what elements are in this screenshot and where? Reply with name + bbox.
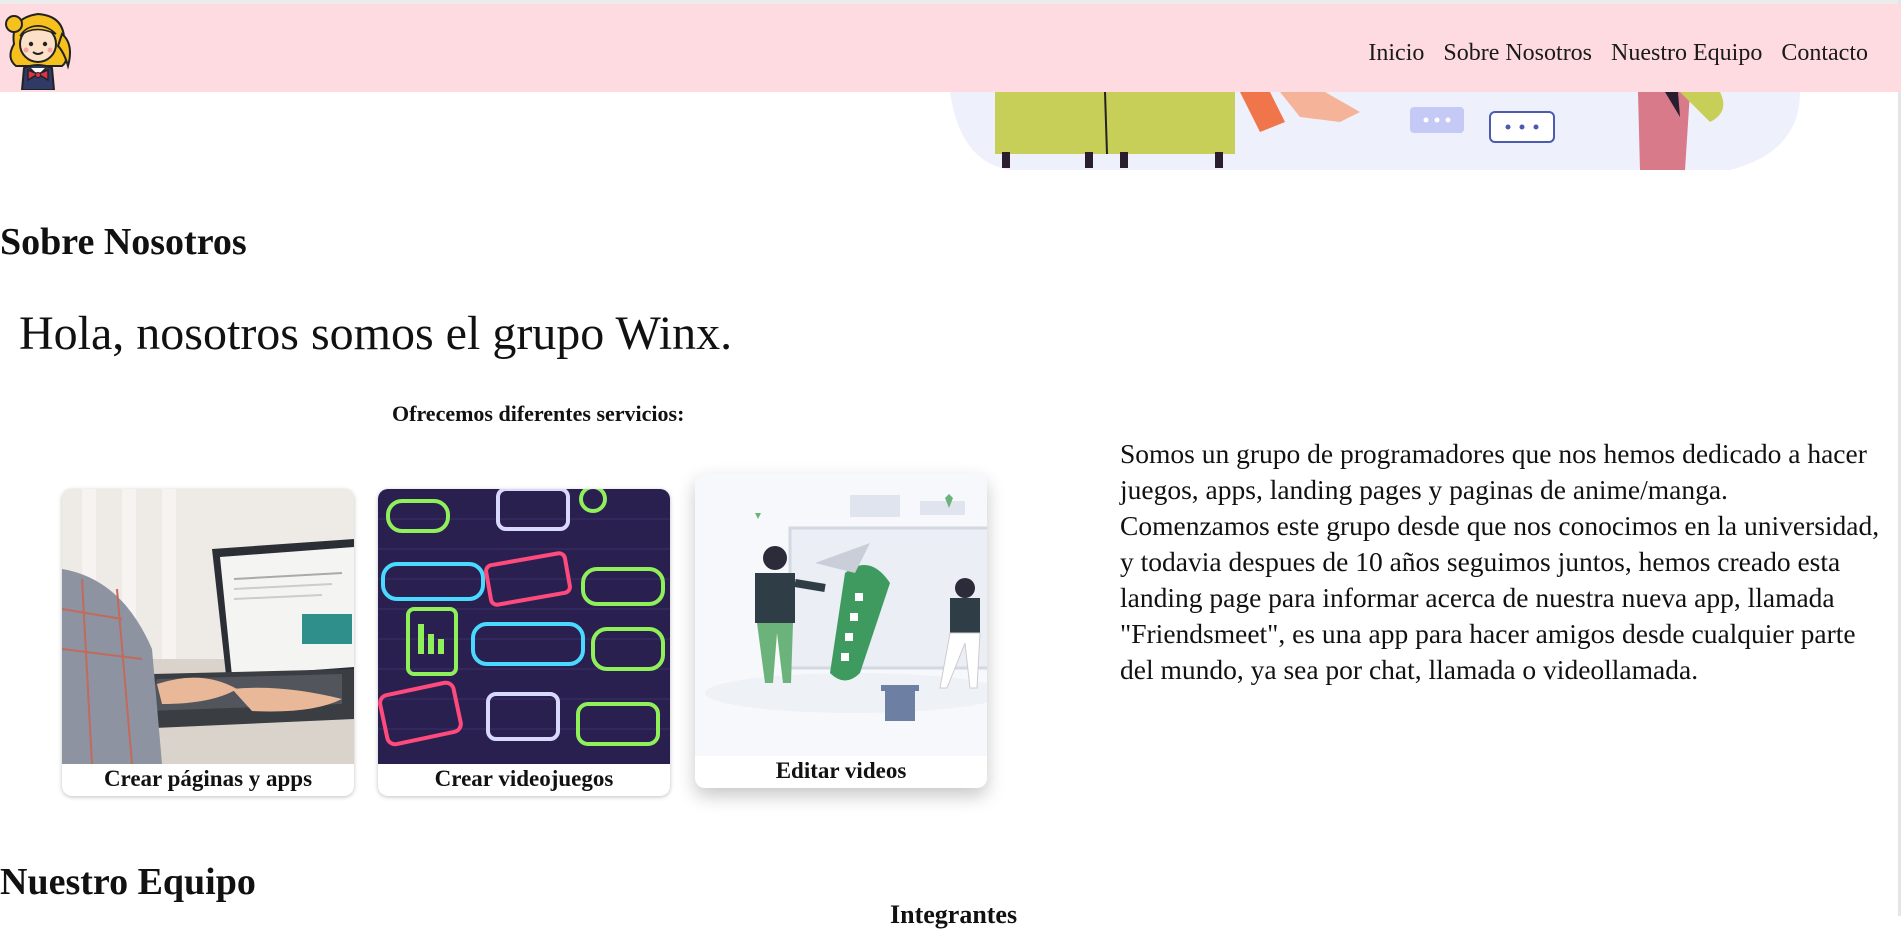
nav-link-sobre-nosotros[interactable]: Sobre Nosotros (1443, 40, 1592, 67)
nav-link-inicio[interactable]: Inicio (1368, 40, 1424, 67)
services-caption: Ofrecemos diferentes servicios: (392, 401, 685, 426)
service-card-web[interactable]: Crear páginas y apps (62, 489, 354, 796)
service-label-video: Editar videos (775, 758, 907, 783)
team-subheading: Integrantes (890, 900, 1018, 929)
logo-girl-icon[interactable] (4, 4, 74, 91)
hero-illustration (940, 92, 1820, 172)
greeting-title: Hola, nosotros somos el grupo Winx. (19, 307, 733, 360)
laptop-image (62, 489, 354, 764)
navbar: Inicio Sobre Nosotros Nuestro Equipo Con… (0, 4, 1901, 92)
nav-link-contacto[interactable]: Contacto (1781, 40, 1868, 67)
service-label-games: Crear videojuegos (434, 766, 614, 791)
service-card-games[interactable]: Crear videojuegos (378, 489, 670, 796)
service-card-video[interactable]: Editar videos (695, 473, 987, 788)
nav-menu: Inicio Sobre Nosotros Nuestro Equipo Con… (1368, 40, 1868, 67)
video-editing-image (695, 473, 987, 756)
section-heading-about: Sobre Nosotros (0, 221, 247, 263)
neon-gamepads-image (378, 489, 670, 764)
service-label-web: Crear páginas y apps (103, 766, 313, 791)
about-description: Somos un grupo de programadores que nos … (1120, 438, 1880, 685)
section-heading-team: Nuestro Equipo (0, 861, 256, 903)
nav-link-nuestro-equipo[interactable]: Nuestro Equipo (1611, 40, 1762, 67)
